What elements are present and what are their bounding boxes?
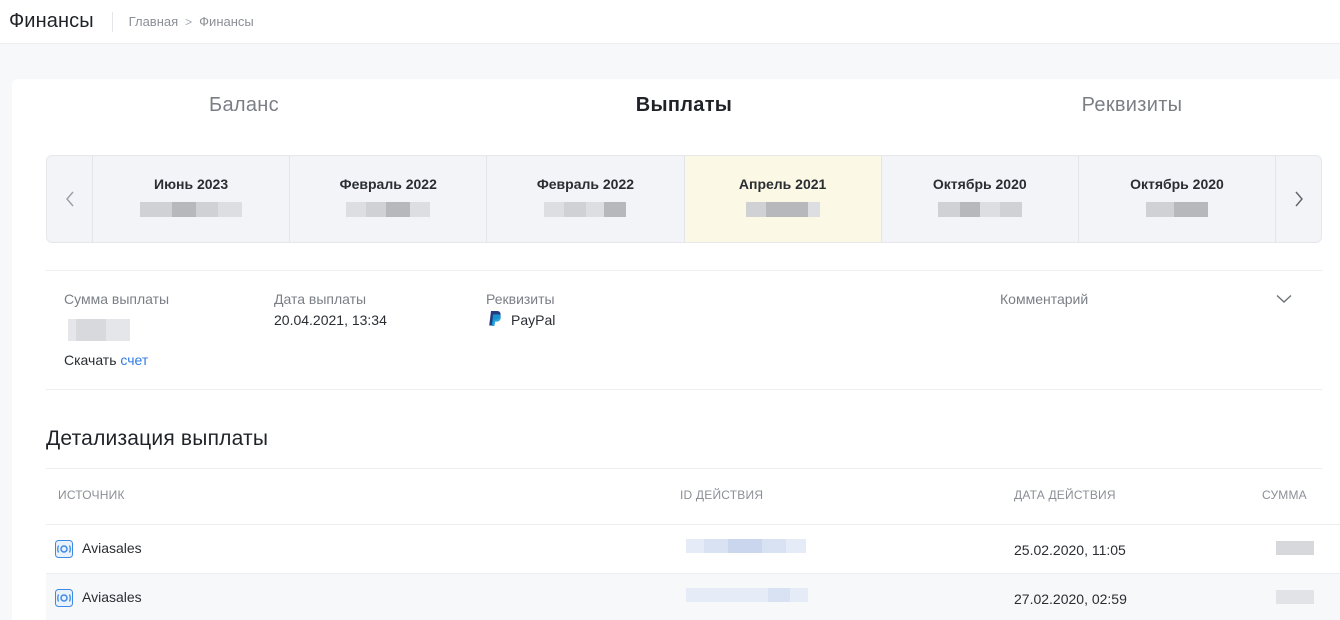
month-item[interactable]: Октябрь 2020 — [882, 156, 1079, 242]
source-name: Aviasales — [82, 540, 142, 556]
payout-amount-label: Сумма выплаты — [64, 291, 170, 307]
chevron-left-icon — [65, 191, 74, 207]
breadcrumb-separator: > — [185, 14, 193, 29]
blurred-amount — [1276, 590, 1314, 604]
breadcrumb: Главная > Финансы — [129, 14, 254, 29]
blurred-amount — [937, 202, 1022, 217]
table-row[interactable]: Aviasales 25.02.2020, 11:05 — [46, 524, 1340, 573]
divider — [46, 270, 1322, 271]
table-row[interactable]: Aviasales 27.02.2020, 02:59 — [46, 573, 1340, 620]
month-carousel: Июнь 2023 Февраль 2022 Февраль 2022 Апре… — [46, 155, 1322, 243]
finance-card: Баланс Выплаты Реквизиты Июнь 2023 Февра… — [12, 79, 1340, 620]
month-label: Июнь 2023 — [154, 176, 229, 192]
paypal-icon — [489, 311, 501, 326]
action-date: 25.02.2020, 11:05 — [1014, 542, 1126, 558]
top-bar: Финансы Главная > Финансы — [0, 0, 1340, 44]
month-item[interactable]: Октябрь 2020 — [1079, 156, 1275, 242]
month-item-active[interactable]: Апрель 2021 — [684, 156, 882, 242]
blurred-payout-amount — [68, 319, 130, 341]
month-list: Июнь 2023 Февраль 2022 Февраль 2022 Апре… — [93, 156, 1275, 242]
tab-bar: Баланс Выплаты Реквизиты — [12, 79, 1340, 137]
month-item[interactable]: Февраль 2022 — [290, 156, 488, 242]
aviasales-logo-icon — [55, 540, 73, 558]
blurred-amount — [1145, 202, 1208, 217]
payout-requisites-value: PayPal — [511, 312, 556, 328]
comment-label: Комментарий — [1000, 291, 1089, 307]
payout-date-value: 20.04.2021, 13:34 — [274, 312, 387, 328]
payout-date-label: Дата выплаты — [274, 291, 367, 307]
blurred-amount — [346, 202, 431, 217]
blurred-action-id — [686, 539, 806, 553]
blurred-amount — [544, 202, 627, 217]
download-text: Скачать — [64, 352, 117, 368]
column-header-amount: СУММА — [1262, 488, 1307, 502]
carousel-prev-button[interactable] — [47, 156, 93, 242]
invoice-link[interactable]: счет — [120, 352, 148, 368]
blurred-amount — [745, 202, 820, 217]
download-invoice: Скачать счет — [64, 352, 148, 368]
aviasales-logo-icon — [55, 589, 73, 607]
blurred-amount — [140, 202, 243, 217]
source-name: Aviasales — [82, 589, 142, 605]
tab-balance[interactable]: Баланс — [84, 94, 404, 117]
carousel-next-button[interactable] — [1275, 156, 1321, 242]
payout-requisites-label: Реквизиты — [486, 291, 555, 307]
details-title: Детализация выплаты — [46, 427, 269, 450]
month-item[interactable]: Февраль 2022 — [487, 156, 685, 242]
page-title: Финансы — [9, 10, 94, 32]
chevron-right-icon — [1294, 191, 1303, 207]
action-date: 27.02.2020, 02:59 — [1014, 591, 1127, 607]
title-divider — [111, 11, 113, 32]
breadcrumb-current: Финансы — [199, 14, 254, 29]
blurred-amount — [1276, 541, 1314, 555]
month-label: Февраль 2022 — [339, 176, 437, 192]
column-header-source: ИСТОЧНИК — [58, 488, 125, 502]
chevron-down-icon[interactable] — [1276, 294, 1292, 304]
month-label: Октябрь 2020 — [1130, 176, 1224, 192]
month-label: Апрель 2021 — [738, 176, 827, 192]
column-header-action-date: ДАТА ДЕЙСТВИЯ — [1014, 488, 1116, 502]
divider — [46, 468, 1322, 469]
month-item[interactable]: Июнь 2023 — [93, 156, 291, 242]
tab-requisites[interactable]: Реквизиты — [972, 94, 1292, 117]
month-label: Октябрь 2020 — [932, 176, 1027, 192]
tab-payouts[interactable]: Выплаты — [524, 94, 844, 117]
blurred-action-id — [686, 588, 808, 602]
breadcrumb-home[interactable]: Главная — [129, 14, 178, 29]
month-label: Февраль 2022 — [536, 176, 635, 192]
column-header-action-id: ID ДЕЙСТВИЯ — [680, 488, 764, 502]
divider — [46, 389, 1322, 390]
